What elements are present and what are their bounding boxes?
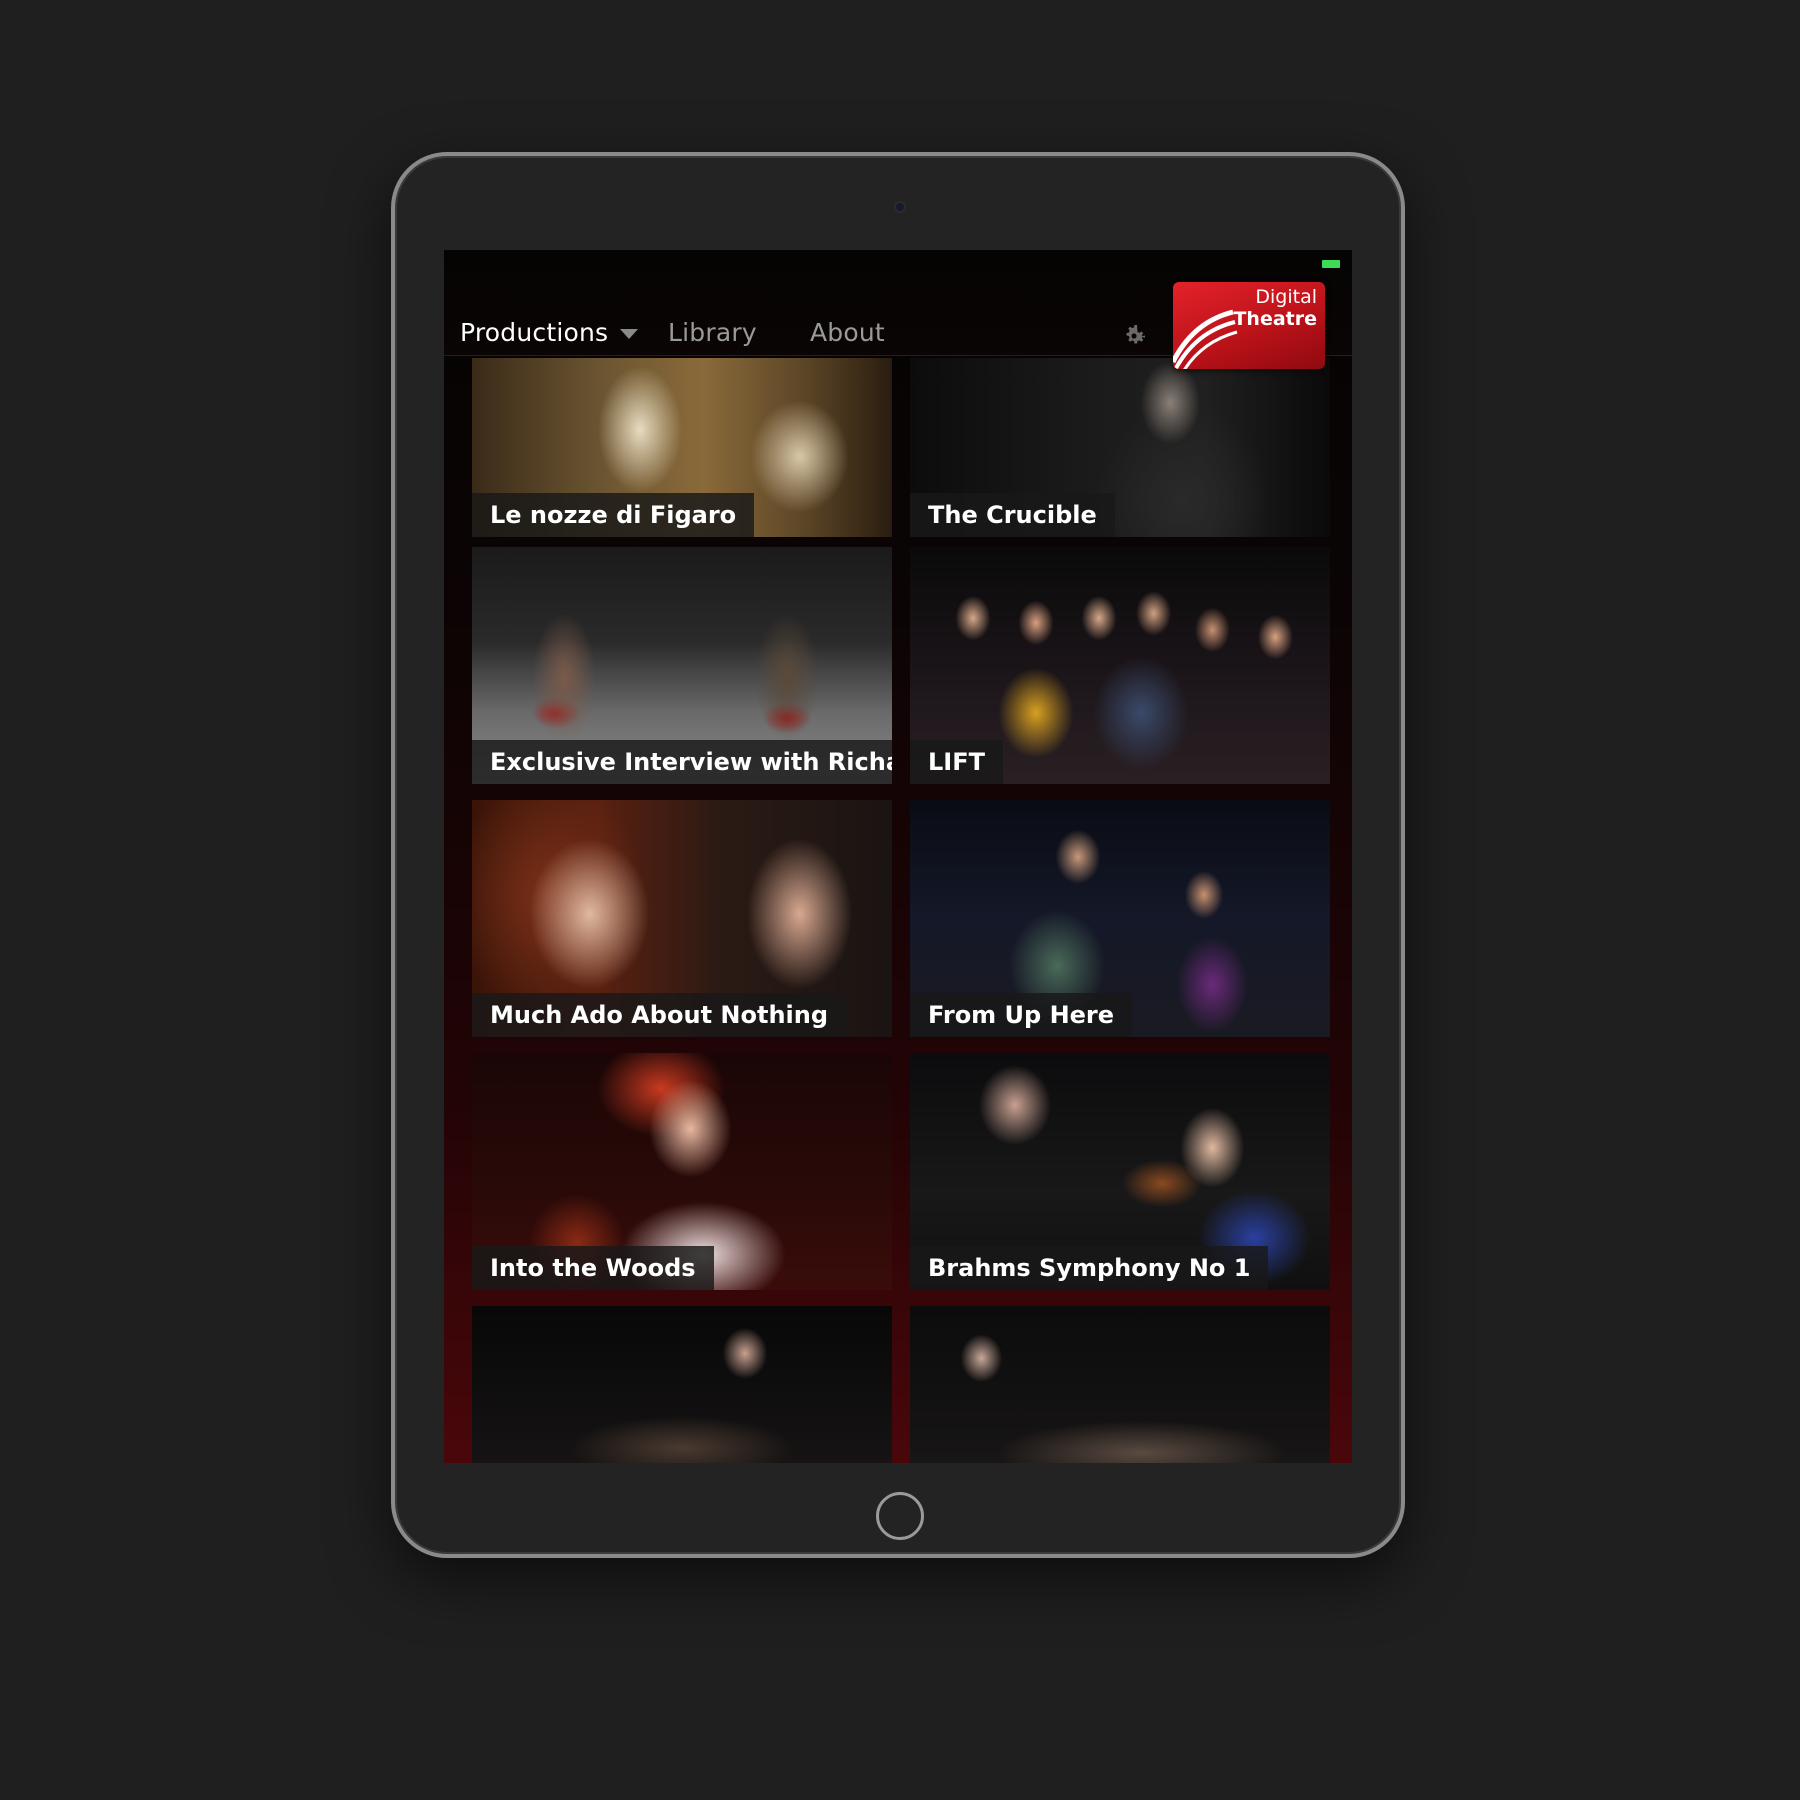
tile-title: Into the Woods [472, 1246, 714, 1290]
tile-title: LIFT [910, 740, 1003, 784]
dropdown-chevron-icon[interactable] [620, 329, 639, 339]
production-tile[interactable]: Into the Woods [472, 1053, 892, 1290]
tab-about[interactable]: About [810, 318, 885, 347]
tab-productions[interactable]: Productions [460, 318, 639, 347]
battery-indicator [1322, 260, 1340, 268]
tile-title: Le nozze di Figaro [472, 493, 755, 537]
production-tile[interactable]: Exclusive Interview with Richard Arm [472, 547, 892, 784]
digital-theatre-logo[interactable]: Digital Theatre [1173, 282, 1325, 369]
production-tile[interactable] [472, 1306, 892, 1463]
production-tile[interactable]: Much Ado About Nothing [472, 800, 892, 1037]
home-button[interactable] [876, 1492, 924, 1540]
logo-text: Digital Theatre [1233, 286, 1317, 330]
tile-title: Exclusive Interview with Richard Arm [472, 740, 892, 784]
tile-title: From Up Here [910, 993, 1133, 1037]
productions-grid: Le nozze di Figaro The Crucible Exclusiv… [444, 250, 1352, 1463]
tile-title: Brahms Symphony No 1 [910, 1246, 1269, 1290]
production-tile[interactable]: Le nozze di Figaro [472, 358, 892, 537]
app-screen: Le nozze di Figaro The Crucible Exclusiv… [444, 250, 1352, 1463]
logo-line-2: Theatre [1233, 308, 1317, 330]
tile-title: The Crucible [910, 493, 1115, 537]
production-thumbnail [910, 1306, 1330, 1463]
production-tile[interactable]: The Crucible [910, 358, 1330, 537]
tab-library[interactable]: Library [668, 318, 757, 347]
settings-gear-icon[interactable] [1120, 322, 1148, 350]
tab-library-label: Library [668, 318, 757, 347]
tile-title: Much Ado About Nothing [472, 993, 847, 1037]
production-tile[interactable]: Brahms Symphony No 1 [910, 1053, 1330, 1290]
production-tile[interactable]: LIFT [910, 547, 1330, 784]
production-tile[interactable] [910, 1306, 1330, 1463]
production-thumbnail [472, 1306, 892, 1463]
tab-about-label: About [810, 318, 885, 347]
tab-productions-label: Productions [460, 318, 609, 347]
front-camera [894, 201, 906, 213]
logo-line-1: Digital [1255, 286, 1317, 308]
production-tile[interactable]: From Up Here [910, 800, 1330, 1037]
